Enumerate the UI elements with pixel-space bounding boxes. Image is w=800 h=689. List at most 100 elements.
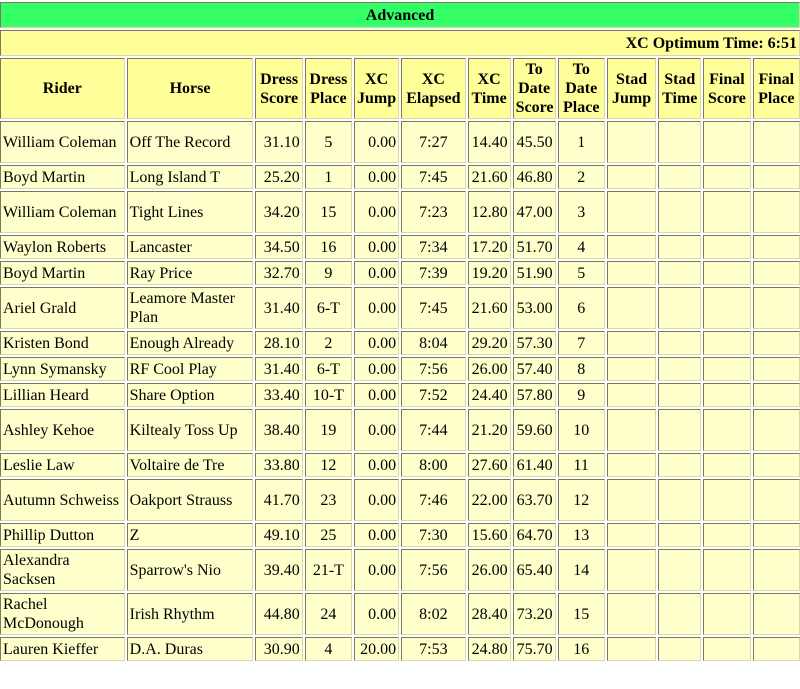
to-date-score-cell: 57.40 <box>512 357 556 381</box>
table-row: Boyd Martin Long Island T 25.20 1 0.00 7:45 21… <box>0 165 800 189</box>
dress-score-cell: 32.70 <box>255 261 303 285</box>
horse-cell: Off The Record <box>126 121 254 163</box>
table-row: Autumn Schweiss Oakport Strauss 41.70 23 0.0… <box>0 479 800 521</box>
col-header-stad-time: Stad Time <box>658 58 702 119</box>
stad-time-cell <box>658 121 702 163</box>
stad-jump-cell <box>606 235 657 259</box>
table-row: Kristen Bond Enough Already 28.10 2 0.00 8:04… <box>0 331 800 355</box>
table-row: William Coleman Off The Record 31.10 5 0.00 7… <box>0 121 800 163</box>
xc-time-cell: 22.00 <box>467 479 511 521</box>
to-date-score-cell: 59.60 <box>512 409 556 451</box>
stad-time-cell <box>658 593 702 635</box>
xc-jump-cell: 0.00 <box>354 287 400 329</box>
dress-score-cell: 38.40 <box>255 409 303 451</box>
xc-time-cell: 14.40 <box>467 121 511 163</box>
final-place-cell <box>752 453 800 477</box>
to-date-place-cell: 15 <box>557 593 605 635</box>
stad-jump-cell <box>606 357 657 381</box>
to-date-place-cell: 14 <box>557 549 605 591</box>
xc-elapsed-cell: 7:30 <box>401 523 466 547</box>
horse-cell: Z <box>126 523 254 547</box>
to-date-place-cell: 9 <box>557 383 605 407</box>
stad-jump-cell <box>606 331 657 355</box>
col-header-xc-jump: XC Jump <box>354 58 400 119</box>
dress-place-cell: 25 <box>304 523 353 547</box>
xc-jump-cell: 0.00 <box>354 191 400 233</box>
to-date-score-cell: 57.30 <box>512 331 556 355</box>
rider-cell: Phillip Dutton <box>0 523 125 547</box>
rider-cell: William Coleman <box>0 121 125 163</box>
rider-cell: Leslie Law <box>0 453 125 477</box>
to-date-score-cell: 53.00 <box>512 287 556 329</box>
col-header-final-place: Final Place <box>752 58 800 119</box>
dress-place-cell: 19 <box>304 409 353 451</box>
xc-time-cell: 28.40 <box>467 593 511 635</box>
dress-score-cell: 33.80 <box>255 453 303 477</box>
horse-cell: Sparrow's Nio <box>126 549 254 591</box>
xc-time-cell: 21.60 <box>467 287 511 329</box>
to-date-place-cell: 12 <box>557 479 605 521</box>
dress-place-cell: 23 <box>304 479 353 521</box>
xc-elapsed-cell: 7:34 <box>401 235 466 259</box>
xc-jump-cell: 0.00 <box>354 165 400 189</box>
dress-place-cell: 1 <box>304 165 353 189</box>
to-date-place-cell: 4 <box>557 235 605 259</box>
table-row: Leslie Law Voltaire de Tre 33.80 12 0.00 8:00… <box>0 453 800 477</box>
column-header-row: Rider Horse Dress Score Dress Place XC J… <box>0 58 800 119</box>
rider-cell: Lillian Heard <box>0 383 125 407</box>
results-body: William Coleman Off The Record 31.10 5 0.00 7… <box>0 121 800 661</box>
final-place-cell <box>752 637 800 661</box>
stad-time-cell <box>658 357 702 381</box>
table-row: Lynn Symansky RF Cool Play 31.40 6-T 0.00 7:5… <box>0 357 800 381</box>
final-place-cell <box>752 357 800 381</box>
horse-cell: Lancaster <box>126 235 254 259</box>
xc-time-cell: 26.00 <box>467 549 511 591</box>
horse-cell: D.A. Duras <box>126 637 254 661</box>
table-row: Boyd Martin Ray Price 32.70 9 0.00 7:39 19.20 5… <box>0 261 800 285</box>
dress-score-cell: 34.20 <box>255 191 303 233</box>
to-date-score-cell: 51.70 <box>512 235 556 259</box>
final-place-cell <box>752 479 800 521</box>
xc-elapsed-cell: 7:39 <box>401 261 466 285</box>
final-place-cell <box>752 165 800 189</box>
xc-time-cell: 21.60 <box>467 165 511 189</box>
final-score-cell <box>703 121 751 163</box>
dress-place-cell: 10-T <box>304 383 353 407</box>
xc-time-cell: 15.60 <box>467 523 511 547</box>
xc-elapsed-cell: 7:45 <box>401 165 466 189</box>
xc-elapsed-cell: 7:53 <box>401 637 466 661</box>
final-place-cell <box>752 191 800 233</box>
rider-cell: Boyd Martin <box>0 165 125 189</box>
xc-jump-cell: 20.00 <box>354 637 400 661</box>
to-date-score-cell: 51.90 <box>512 261 556 285</box>
xc-elapsed-cell: 7:44 <box>401 409 466 451</box>
final-place-cell <box>752 287 800 329</box>
rider-cell: William Coleman <box>0 191 125 233</box>
to-date-place-cell: 3 <box>557 191 605 233</box>
stad-time-cell <box>658 165 702 189</box>
dress-place-cell: 4 <box>304 637 353 661</box>
xc-elapsed-cell: 7:45 <box>401 287 466 329</box>
xc-time-cell: 12.80 <box>467 191 511 233</box>
final-score-cell <box>703 453 751 477</box>
dress-score-cell: 31.40 <box>255 287 303 329</box>
final-place-cell <box>752 383 800 407</box>
stad-time-cell <box>658 261 702 285</box>
stad-time-cell <box>658 383 702 407</box>
xc-elapsed-cell: 7:56 <box>401 549 466 591</box>
table-row: Waylon Roberts Lancaster 34.50 16 0.00 7:34 17… <box>0 235 800 259</box>
xc-jump-cell: 0.00 <box>354 357 400 381</box>
to-date-score-cell: 64.70 <box>512 523 556 547</box>
stad-jump-cell <box>606 409 657 451</box>
to-date-score-cell: 73.20 <box>512 593 556 635</box>
final-place-cell <box>752 121 800 163</box>
to-date-score-cell: 47.00 <box>512 191 556 233</box>
rider-cell: Alexandra Sacksen <box>0 549 125 591</box>
stad-jump-cell <box>606 479 657 521</box>
xc-jump-cell: 0.00 <box>354 235 400 259</box>
to-date-place-cell: 6 <box>557 287 605 329</box>
final-score-cell <box>703 357 751 381</box>
final-score-cell <box>703 165 751 189</box>
stad-time-cell <box>658 523 702 547</box>
stad-jump-cell <box>606 383 657 407</box>
